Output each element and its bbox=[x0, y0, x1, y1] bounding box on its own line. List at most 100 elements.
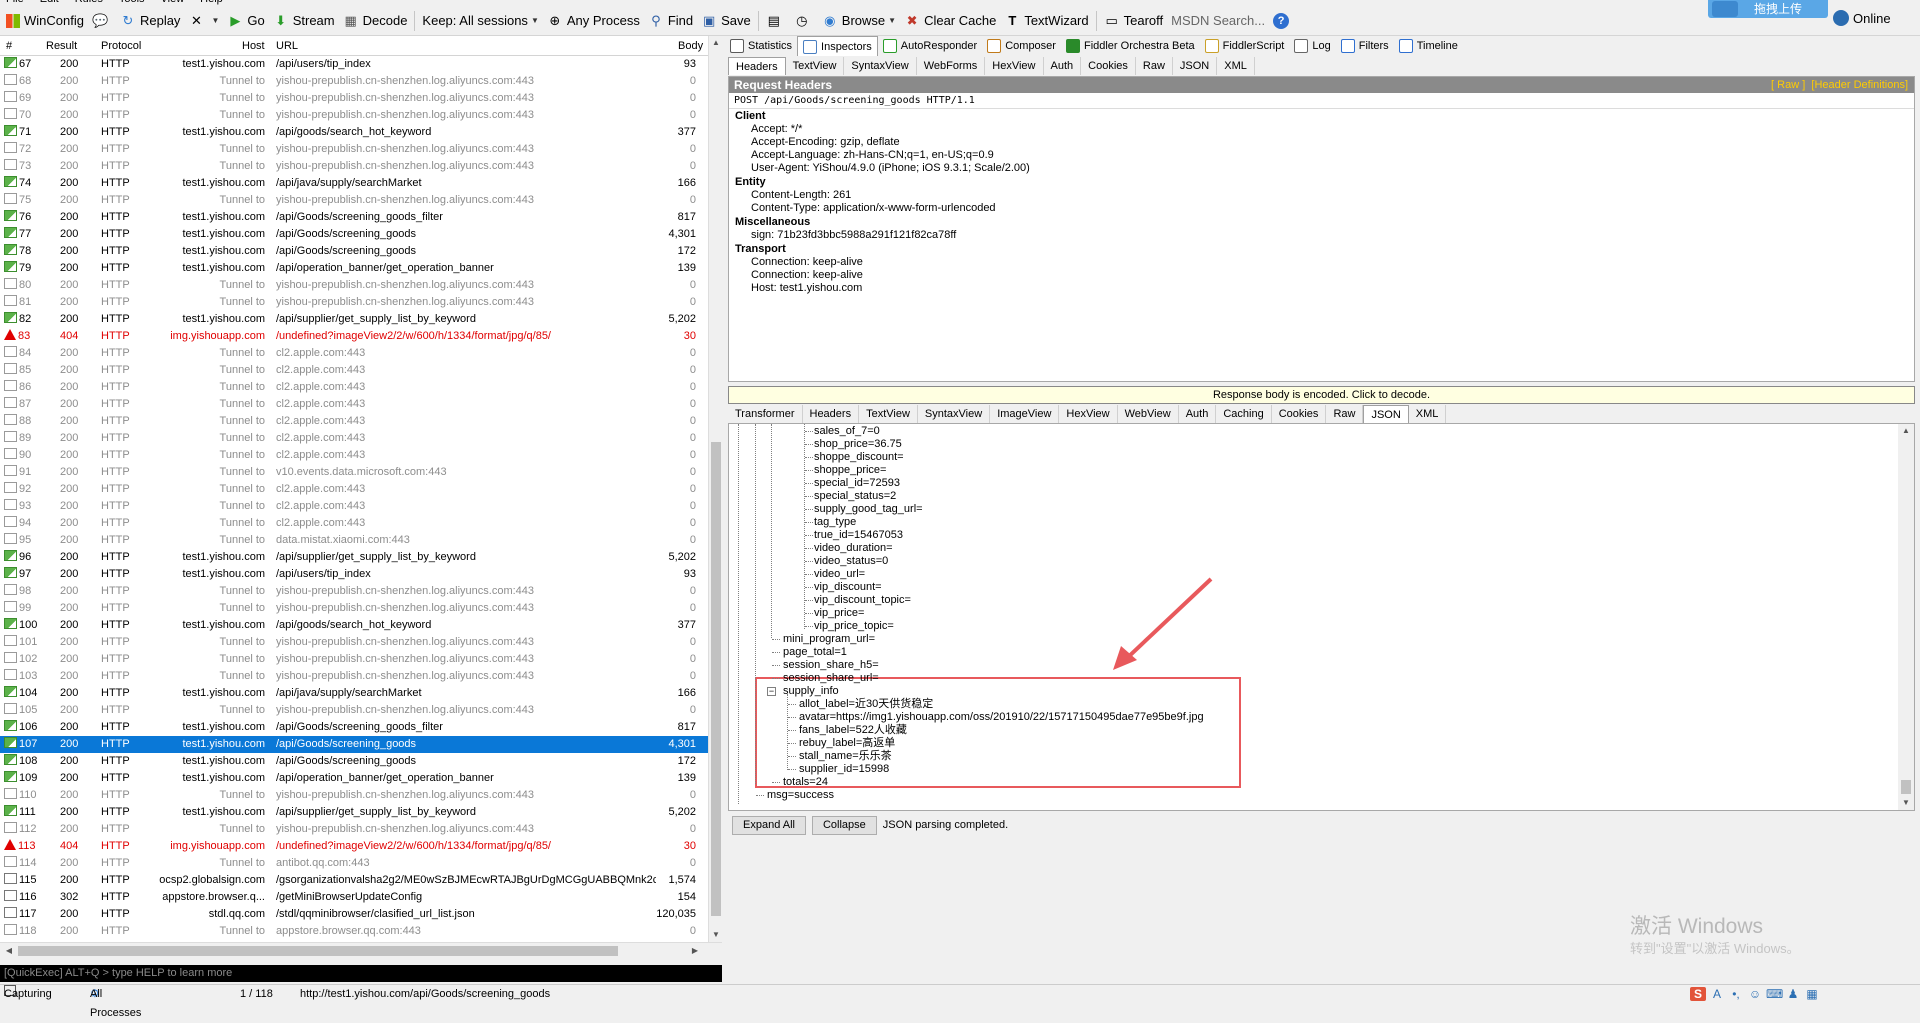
scroll-down-icon[interactable]: ▼ bbox=[709, 928, 723, 942]
subtab-xml[interactable]: XML bbox=[1409, 405, 1447, 423]
subtab-cookies[interactable]: Cookies bbox=[1272, 405, 1327, 423]
json-node[interactable]: video_status=0 bbox=[814, 555, 888, 568]
json-node[interactable]: page_total=1 bbox=[783, 646, 847, 659]
expand-all-button[interactable]: Expand All bbox=[732, 815, 806, 835]
header-line[interactable]: Connection: keep-alive bbox=[729, 256, 1914, 269]
session-row[interactable]: 97 200 HTTP test1.yishou.com/api/users/tip_… bbox=[0, 566, 708, 583]
session-row[interactable]: 81 200 HTTP Tunnel to yishou-prepublish.cn-s… bbox=[0, 294, 708, 311]
session-row[interactable]: 103 200 HTTP Tunnel to yishou-prepublish.cn-… bbox=[0, 668, 708, 685]
keep-sessions-dropdown[interactable]: Keep: All sessions ▼ bbox=[418, 9, 542, 33]
json-scrollbar[interactable]: ▲ ▼ bbox=[1898, 424, 1914, 810]
session-row[interactable]: 108 200 HTTP test1.yishou.com/api/Goods/scr… bbox=[0, 753, 708, 770]
session-row[interactable]: 98 200 HTTP Tunnel to yishou-prepublish.cn-s… bbox=[0, 583, 708, 600]
subtab-webforms[interactable]: WebForms bbox=[917, 57, 986, 75]
session-row[interactable]: 99 200 HTTP Tunnel to yishou-prepublish.cn-s… bbox=[0, 600, 708, 617]
keyboard-icon[interactable]: ⌨ bbox=[1766, 987, 1783, 1001]
scroll-down-icon[interactable]: ▼ bbox=[1898, 796, 1914, 810]
msdn-search-input[interactable]: MSDN Search... bbox=[1167, 9, 1269, 33]
session-row[interactable]: 102 200 HTTP Tunnel to yishou-prepublish.cn-… bbox=[0, 651, 708, 668]
session-row[interactable]: 110 200 HTTP Tunnel to yishou-prepublish.cn-… bbox=[0, 787, 708, 804]
grid-icon[interactable]: ▦ bbox=[1804, 987, 1820, 1001]
find-button[interactable]: ⚲ Find bbox=[644, 9, 697, 33]
column-protocol[interactable]: Protocol bbox=[101, 40, 141, 52]
column-result[interactable]: Result bbox=[46, 40, 77, 52]
menu-item-file[interactable]: File bbox=[6, 0, 24, 5]
subtab-caching[interactable]: Caching bbox=[1216, 405, 1272, 423]
session-row[interactable]: 74 200 HTTP test1.yishou.com/api/java/suppl… bbox=[0, 175, 708, 192]
help-button[interactable]: ? bbox=[1269, 9, 1297, 33]
header-group-miscellaneous[interactable]: Miscellaneous bbox=[729, 216, 1914, 229]
session-row[interactable]: 115 200 HTTP ocsp2.globalsign.com/gsorganiz… bbox=[0, 872, 708, 889]
subtab-textview[interactable]: TextView bbox=[859, 405, 918, 423]
session-row[interactable]: 69 200 HTTP Tunnel to yishou-prepublish.cn-s… bbox=[0, 90, 708, 107]
column-body[interactable]: Body bbox=[678, 40, 703, 52]
tab-fiddlerscript[interactable]: FiddlerScript bbox=[1200, 36, 1290, 56]
remove-button[interactable]: ✕ ▼ bbox=[184, 9, 223, 33]
tab-inspectors[interactable]: Inspectors bbox=[797, 36, 878, 56]
session-row[interactable]: 83 404 HTTP img.yishouapp.com/undefined?ima… bbox=[0, 328, 708, 345]
session-row[interactable]: 92 200 HTTP Tunnel to cl2.apple.com:443 0 bbox=[0, 481, 708, 498]
json-node[interactable]: video_duration= bbox=[814, 542, 893, 555]
menu-item-tools[interactable]: Tools bbox=[119, 0, 145, 5]
json-node-msg[interactable]: msg=success bbox=[767, 789, 834, 802]
session-row[interactable]: 113 404 HTTP img.yishouapp.com/undefined?im… bbox=[0, 838, 708, 855]
session-row[interactable]: 84 200 HTTP Tunnel to cl2.apple.com:443 0 bbox=[0, 345, 708, 362]
session-row[interactable]: 80 200 HTTP Tunnel to yishou-prepublish.cn-s… bbox=[0, 277, 708, 294]
json-node-totals[interactable]: totals=24 bbox=[783, 776, 828, 789]
quickexec-input[interactable]: [QuickExec] ALT+Q > type HELP to learn m… bbox=[0, 965, 722, 982]
collapse-toggle-icon[interactable]: − bbox=[767, 687, 776, 696]
punctuation-icon[interactable]: •, bbox=[1728, 987, 1744, 1001]
json-node-supply-info-field[interactable]: avatar=https://img1.yishouapp.com/oss/20… bbox=[799, 711, 1204, 724]
menu-item-view[interactable]: View bbox=[161, 0, 185, 5]
save-button[interactable]: ▣ Save bbox=[697, 9, 755, 33]
go-button[interactable]: ▶ Go bbox=[223, 9, 268, 33]
json-node[interactable]: special_status=2 bbox=[814, 490, 896, 503]
any-process-button[interactable]: ⊕ Any Process bbox=[543, 9, 644, 33]
browse-button[interactable]: ◉ Browse ▼ bbox=[818, 9, 900, 33]
json-node-supply-info-field[interactable]: supplier_id=15998 bbox=[799, 763, 889, 776]
json-node-supply-info-field[interactable]: fans_label=522人收藏 bbox=[799, 724, 907, 737]
subtab-syntaxview[interactable]: SyntaxView bbox=[918, 405, 991, 423]
scroll-thumb[interactable] bbox=[711, 442, 721, 916]
session-row[interactable]: 72 200 HTTP Tunnel to yishou-prepublish.cn-s… bbox=[0, 141, 708, 158]
sessions-horizontal-scrollbar[interactable]: ◀ ▶ bbox=[0, 942, 722, 958]
json-node[interactable]: vip_discount_topic= bbox=[814, 594, 911, 607]
subtab-hexview[interactable]: HexView bbox=[1059, 405, 1118, 423]
json-node[interactable]: sales_of_7=0 bbox=[814, 425, 880, 438]
json-node-supply-info-field[interactable]: allot_label=近30天供货稳定 bbox=[799, 698, 933, 711]
session-row[interactable]: 111 200 HTTP test1.yishou.com/api/supplier/… bbox=[0, 804, 708, 821]
tab-timeline[interactable]: Timeline bbox=[1394, 36, 1463, 56]
menu-item-help[interactable]: Help bbox=[200, 0, 223, 5]
session-row[interactable]: 89 200 HTTP Tunnel to cl2.apple.com:443 0 bbox=[0, 430, 708, 447]
upload-button[interactable]: 拖拽上传 bbox=[1708, 0, 1828, 18]
tab-fiddler-orchestra-beta[interactable]: Fiddler Orchestra Beta bbox=[1061, 36, 1200, 56]
comment-button[interactable]: 💬 bbox=[88, 9, 116, 33]
scroll-thumb[interactable] bbox=[18, 946, 618, 956]
textwizard-button[interactable]: T TextWizard bbox=[1000, 9, 1092, 33]
json-node-supply-info-field[interactable]: stall_name=乐乐茶 bbox=[799, 750, 892, 763]
json-node[interactable]: vip_discount= bbox=[814, 581, 882, 594]
sogou-ime-icon[interactable]: S bbox=[1690, 986, 1706, 1001]
raw-link[interactable]: [ Raw ] bbox=[1771, 79, 1805, 91]
session-row[interactable]: 91 200 HTTP Tunnel to v10.events.data.micros… bbox=[0, 464, 708, 481]
subtab-headers[interactable]: Headers bbox=[803, 405, 860, 423]
menu-item-edit[interactable]: Edit bbox=[40, 0, 59, 5]
column-num[interactable]: # bbox=[6, 40, 12, 52]
subtab-imageview[interactable]: ImageView bbox=[990, 405, 1060, 423]
subtab-textview[interactable]: TextView bbox=[786, 57, 845, 75]
session-row[interactable]: 106 200 HTTP test1.yishou.com/api/Goods/scr… bbox=[0, 719, 708, 736]
header-line[interactable]: Accept-Language: zh-Hans-CN;q=1, en-US;q… bbox=[729, 149, 1914, 162]
tab-filters[interactable]: Filters bbox=[1336, 36, 1394, 56]
json-node[interactable]: video_url= bbox=[814, 568, 865, 581]
session-row[interactable]: 73 200 HTTP Tunnel to yishou-prepublish.cn-s… bbox=[0, 158, 708, 175]
header-line[interactable]: sign: 71b23fd3bbc5988a291f121f82ca78ff bbox=[729, 229, 1914, 242]
replay-button[interactable]: ↻ Replay bbox=[116, 9, 184, 33]
json-node[interactable]: shoppe_price= bbox=[814, 464, 886, 477]
session-row[interactable]: 116 302 HTTP appstore.browser.q.../getMiniB… bbox=[0, 889, 708, 906]
subtab-auth[interactable]: Auth bbox=[1179, 405, 1217, 423]
subtab-syntaxview[interactable]: SyntaxView bbox=[844, 57, 917, 75]
json-node[interactable]: shop_price=36.75 bbox=[814, 438, 902, 451]
session-row[interactable]: 82 200 HTTP test1.yishou.com/api/supplier/g… bbox=[0, 311, 708, 328]
tab-composer[interactable]: Composer bbox=[982, 36, 1061, 56]
session-row[interactable]: 77 200 HTTP test1.yishou.com/api/Goods/scre… bbox=[0, 226, 708, 243]
